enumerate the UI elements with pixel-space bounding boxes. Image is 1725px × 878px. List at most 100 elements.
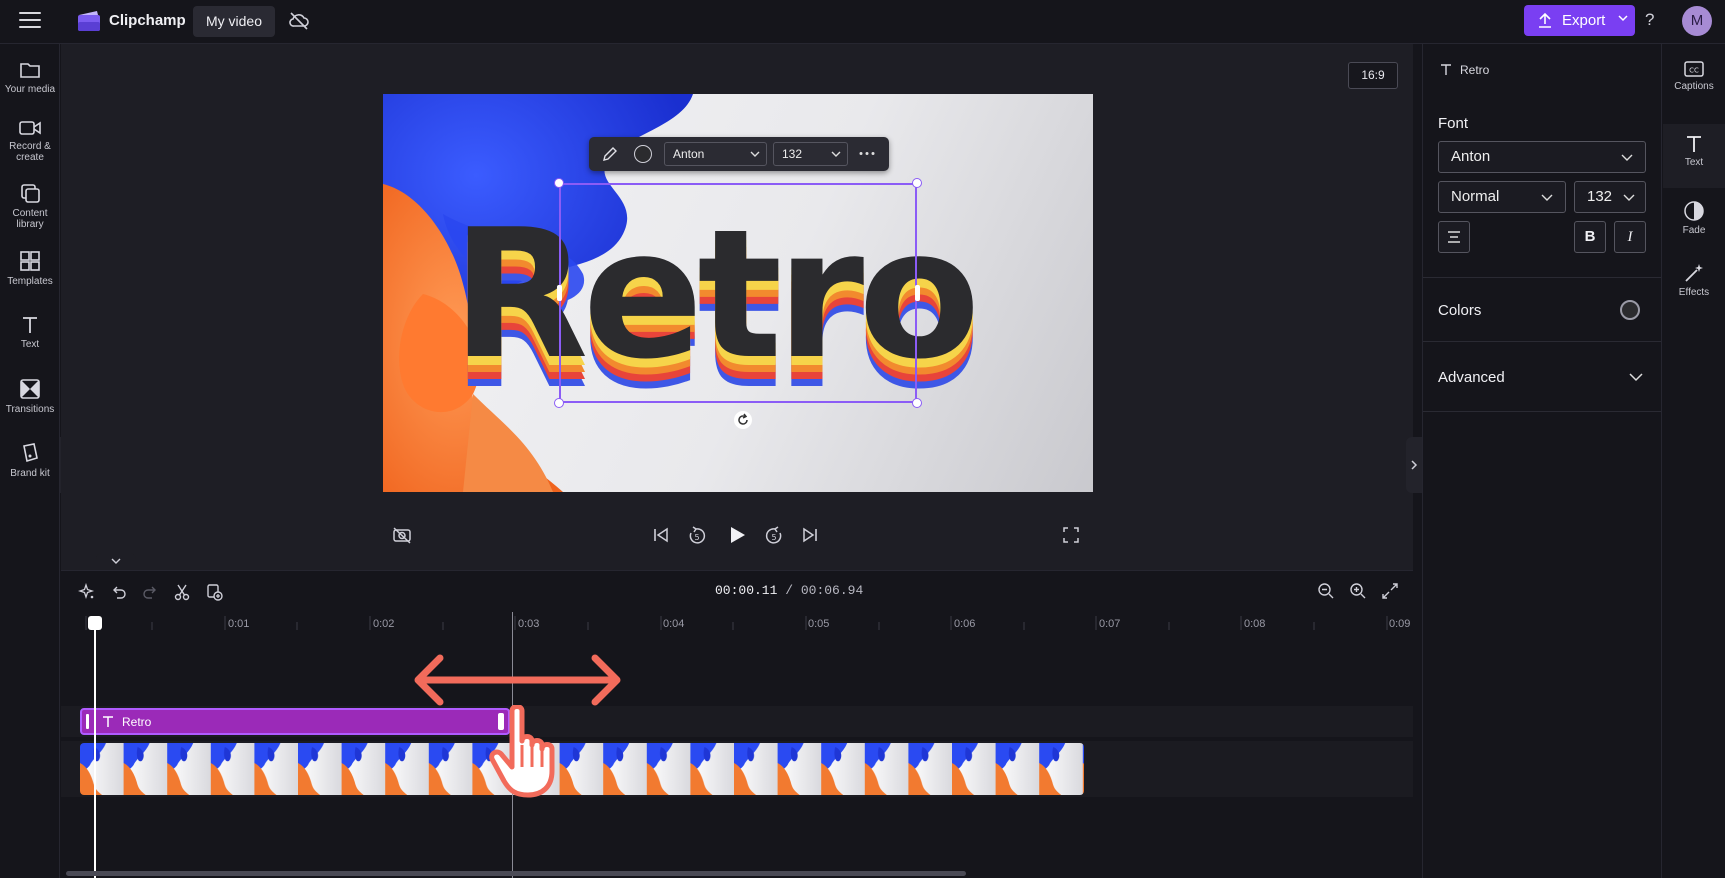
brand-kit-icon xyxy=(23,443,38,463)
tab-effects[interactable]: Effects xyxy=(1663,262,1725,322)
playhead[interactable] xyxy=(94,618,96,878)
ruler-label: 0:07 xyxy=(1099,618,1121,630)
nav-record-create[interactable]: Record & create xyxy=(0,119,60,163)
fit-timeline-icon[interactable] xyxy=(1381,582,1399,600)
camera-off-icon[interactable] xyxy=(392,526,412,544)
rewind-5-icon[interactable]: 5 xyxy=(686,525,708,547)
tab-label: Text xyxy=(1684,157,1704,168)
tab-fade[interactable]: Fade xyxy=(1663,200,1725,260)
divider xyxy=(1423,411,1661,412)
ruler-label: 0:02 xyxy=(373,618,395,630)
text-color-swatch[interactable] xyxy=(634,145,652,163)
rotate-handle[interactable] xyxy=(734,411,752,429)
timeline-scrollbar[interactable] xyxy=(66,871,966,876)
nav-label: Your media xyxy=(4,84,56,95)
scissors-icon[interactable] xyxy=(173,583,191,601)
collapse-right-panel-button[interactable] xyxy=(1406,437,1422,493)
play-icon[interactable] xyxy=(727,525,747,545)
text-icon xyxy=(103,716,113,727)
project-title[interactable]: My video xyxy=(193,6,275,37)
resize-handle-bottom-right[interactable] xyxy=(912,398,922,408)
font-weight-select[interactable]: Normal xyxy=(1438,181,1566,213)
resize-handle-top-left[interactable] xyxy=(554,178,564,188)
avatar[interactable]: M xyxy=(1682,6,1712,36)
bold-button[interactable]: B xyxy=(1574,221,1606,253)
nav-transitions[interactable]: Transitions xyxy=(0,378,60,415)
text-floating-toolbar: Anton 132 xyxy=(589,137,889,171)
collapse-timeline-button[interactable] xyxy=(96,553,136,569)
chevron-down-icon xyxy=(1623,194,1635,201)
total-time: / 00:06.94 xyxy=(785,583,864,598)
nav-brand-kit[interactable]: Brand kit xyxy=(0,442,60,479)
forward-5-icon[interactable]: 5 xyxy=(763,525,785,547)
transitions-icon xyxy=(20,379,40,399)
playhead-handle[interactable] xyxy=(88,616,102,630)
resize-handle-bottom-left[interactable] xyxy=(554,398,564,408)
nav-templates[interactable]: Templates xyxy=(0,250,60,287)
text-selection-box[interactable] xyxy=(559,183,917,403)
library-icon xyxy=(21,184,40,203)
nav-your-media[interactable]: Your media xyxy=(0,60,60,95)
menu-icon[interactable] xyxy=(19,12,41,30)
undo-icon[interactable] xyxy=(110,583,128,601)
redo-icon[interactable] xyxy=(141,583,159,601)
magic-wand-icon xyxy=(1685,264,1703,282)
ruler-label: 0:06 xyxy=(954,618,976,630)
italic-button[interactable]: I xyxy=(1614,221,1646,253)
clip-trim-handle-left[interactable] xyxy=(86,714,89,729)
font-size-select[interactable]: 132 xyxy=(1574,181,1646,213)
help-button[interactable]: ? xyxy=(1645,10,1654,30)
timecode: 00:00.11 / 00:06.94 xyxy=(715,583,863,598)
fullscreen-icon[interactable] xyxy=(1063,527,1079,543)
zoom-out-icon[interactable] xyxy=(1317,582,1335,600)
align-button[interactable] xyxy=(1438,221,1470,253)
chevron-down-icon[interactable] xyxy=(1629,372,1643,382)
resize-handle-right[interactable] xyxy=(915,285,920,301)
video-clip[interactable] xyxy=(80,743,1084,795)
advanced-heading[interactable]: Advanced xyxy=(1438,369,1505,386)
text-clip[interactable]: Retro xyxy=(80,708,510,735)
clipchamp-logo xyxy=(78,11,100,31)
divider xyxy=(1423,277,1661,278)
chevron-down-icon xyxy=(1618,15,1628,22)
floating-size-select[interactable]: 132 xyxy=(773,142,848,166)
ruler-label: 0:09 xyxy=(1389,618,1411,630)
nav-label: library xyxy=(16,219,44,230)
more-options-icon[interactable] xyxy=(859,151,875,156)
chevron-down-icon xyxy=(831,151,841,157)
tab-label: Effects xyxy=(1678,287,1710,298)
skip-back-icon[interactable] xyxy=(653,527,669,543)
duplicate-icon[interactable] xyxy=(205,583,223,601)
pencil-icon[interactable] xyxy=(601,145,619,163)
divider xyxy=(1423,341,1661,342)
nav-label: create xyxy=(16,152,44,163)
aspect-ratio-button[interactable]: 16:9 xyxy=(1348,62,1398,89)
nav-label: Transitions xyxy=(5,404,55,415)
text-icon xyxy=(1687,136,1701,152)
nav-text[interactable]: Text xyxy=(0,315,60,350)
font-heading: Font xyxy=(1438,115,1469,132)
tab-text[interactable]: Text xyxy=(1663,124,1725,188)
resize-handle-left[interactable] xyxy=(557,285,562,301)
skip-forward-icon[interactable] xyxy=(802,527,818,543)
nav-label: Templates xyxy=(7,276,53,287)
nav-content-library[interactable]: Content library xyxy=(0,182,60,230)
resize-handle-top-right[interactable] xyxy=(912,178,922,188)
nav-label: Record & xyxy=(9,141,51,152)
video-thumbnails xyxy=(80,743,1084,795)
video-camera-icon xyxy=(19,121,41,135)
text-icon xyxy=(1441,64,1451,75)
ruler-label: 0:04 xyxy=(663,618,685,630)
magic-icon[interactable] xyxy=(78,583,96,601)
text-color-picker[interactable] xyxy=(1620,300,1640,320)
tab-captions[interactable]: CC Captions xyxy=(1663,60,1725,120)
timeline-ruler[interactable] xyxy=(61,612,1413,632)
cloud-off-icon[interactable] xyxy=(288,11,310,31)
font-select[interactable]: Anton xyxy=(1438,141,1646,173)
zoom-in-icon[interactable] xyxy=(1349,582,1367,600)
chevron-down-icon xyxy=(111,558,121,564)
ruler-label: 0:03 xyxy=(518,618,540,630)
floating-font-select[interactable]: Anton xyxy=(664,142,767,166)
properties-title: Retro xyxy=(1460,63,1490,77)
export-button[interactable]: Export xyxy=(1524,5,1635,36)
